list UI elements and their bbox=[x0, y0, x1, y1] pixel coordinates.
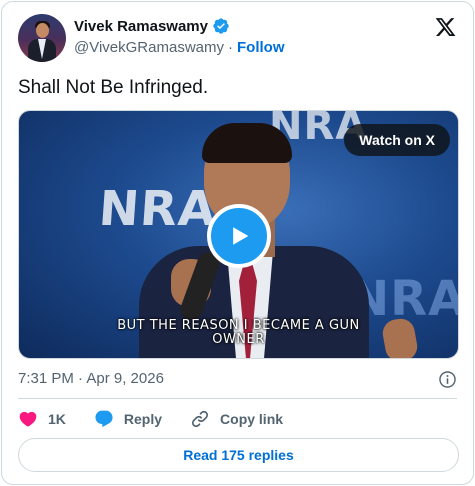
caption-line: BUT THE REASON I BECAME A GUN bbox=[117, 318, 360, 333]
author-name-row: Vivek Ramaswamy bbox=[74, 17, 230, 35]
x-logo-icon[interactable] bbox=[434, 16, 457, 38]
play-button[interactable] bbox=[207, 204, 271, 268]
tweet-embed-card: Vivek Ramaswamy @VivekGRamaswamy · Follo… bbox=[1, 1, 474, 485]
handle-row: @VivekGRamaswamy · Follow bbox=[74, 39, 285, 56]
like-count: 1K bbox=[48, 411, 66, 427]
reply-bubble-icon bbox=[95, 410, 113, 428]
tweet-header: Vivek Ramaswamy @VivekGRamaswamy · Follo… bbox=[18, 14, 457, 62]
info-icon[interactable] bbox=[438, 370, 457, 389]
author-name[interactable]: Vivek Ramaswamy bbox=[74, 18, 208, 35]
video-player[interactable]: NRA NRA NRA Watch on X BUT THE REASON I … bbox=[18, 110, 459, 359]
like-button[interactable]: 1K bbox=[18, 409, 66, 429]
timestamp[interactable]: 7:31 PM · Apr 9, 2026 bbox=[18, 370, 164, 387]
reply-button[interactable]: Reply bbox=[94, 409, 162, 429]
verified-badge-icon bbox=[213, 18, 229, 34]
watch-on-x-button[interactable]: Watch on X bbox=[344, 124, 450, 156]
link-icon bbox=[191, 410, 209, 428]
read-replies-button[interactable]: Read 175 replies bbox=[18, 438, 459, 472]
avatar[interactable] bbox=[18, 14, 66, 62]
follow-button[interactable]: Follow bbox=[237, 39, 285, 56]
separator-dot: · bbox=[228, 39, 233, 56]
video-caption: BUT THE REASON I BECAME A GUN OWNER bbox=[19, 319, 458, 347]
background-nra-text: NRA bbox=[97, 181, 219, 237]
tweet-text: Shall Not Be Infringed. bbox=[18, 77, 209, 98]
copy-link-button[interactable]: Copy link bbox=[190, 409, 283, 429]
reply-label: Reply bbox=[123, 411, 163, 427]
action-bar: 1K Reply Copy link bbox=[18, 408, 311, 430]
copy-link-label: Copy link bbox=[220, 411, 284, 427]
author-handle[interactable]: @VivekGRamaswamy bbox=[74, 39, 224, 56]
heart-icon bbox=[19, 411, 37, 427]
divider bbox=[18, 398, 457, 399]
caption-line: OWNER bbox=[212, 332, 265, 347]
tweet-meta: 7:31 PM · Apr 9, 2026 bbox=[18, 370, 457, 390]
play-icon bbox=[233, 227, 249, 245]
